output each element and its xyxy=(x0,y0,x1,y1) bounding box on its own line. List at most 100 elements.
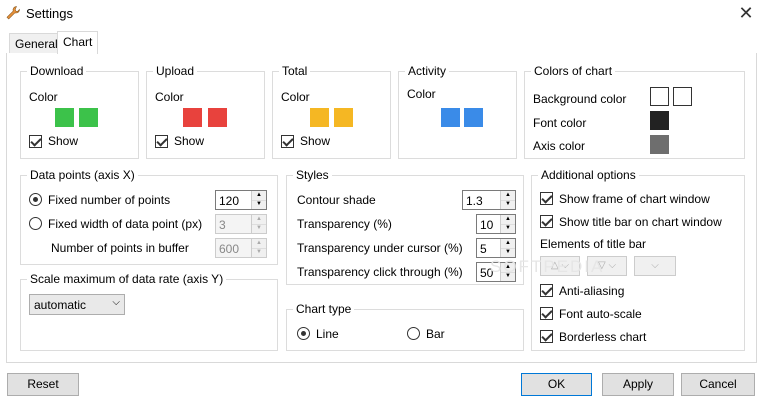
chart-type-line-label: Line xyxy=(316,327,339,341)
total-group: Total Color Show xyxy=(272,64,391,159)
upload-title: Upload xyxy=(153,64,198,78)
show-title-bar-label: Show title bar on chart window xyxy=(559,215,722,229)
title-bar-element-extra-button: ⌵ xyxy=(634,256,676,276)
download-title: Download xyxy=(27,64,87,78)
fixed-width-label: Fixed width of data point (px) xyxy=(48,217,203,231)
elements-of-title-bar-label: Elements of title bar xyxy=(540,237,647,251)
tab-label: Chart xyxy=(63,35,93,49)
fixed-number-value: 120 xyxy=(219,194,240,208)
axis-color-swatch[interactable] xyxy=(650,135,669,154)
styles-group: Styles Contour shade 1.3 ▲ ▼ Transparency… xyxy=(286,168,524,285)
axis-color-label: Axis color xyxy=(533,139,586,153)
data-points-title: Data points (axis X) xyxy=(27,168,138,182)
activity-color-swatch[interactable] xyxy=(441,108,460,127)
buffer-value: 600 xyxy=(219,242,240,256)
total-title: Total xyxy=(279,64,311,78)
stepper-down-icon[interactable]: ▼ xyxy=(501,224,515,233)
watermark: SOFTPEDIA xyxy=(490,257,605,276)
chart-type-bar-label: Bar xyxy=(426,327,445,341)
chart-type-line-radio[interactable] xyxy=(297,327,310,340)
fixed-number-stepper[interactable]: 120 ▲ ▼ xyxy=(215,190,267,210)
activity-color-label: Color xyxy=(407,87,436,101)
upload-color-swatch[interactable] xyxy=(183,108,202,127)
colors-of-chart-title: Colors of chart xyxy=(531,64,616,78)
stepper-down-icon: ▼ xyxy=(256,225,262,231)
activity-group: Activity Color xyxy=(398,64,517,159)
fixed-number-radio[interactable] xyxy=(29,193,42,206)
chart-type-bar-radio[interactable] xyxy=(407,327,420,340)
scale-title: Scale maximum of data rate (axis Y) xyxy=(27,272,227,286)
fixed-width-radio[interactable] xyxy=(29,217,42,230)
reset-button[interactable]: Reset xyxy=(7,373,79,396)
buffer-label: Number of points in buffer xyxy=(51,241,189,255)
total-color-swatch[interactable] xyxy=(310,108,329,127)
background-color-label: Background color xyxy=(533,92,627,106)
upload-color-swatch-alt[interactable] xyxy=(208,108,227,127)
upload-show-checkbox[interactable] xyxy=(155,135,168,148)
stepper-down-icon[interactable]: ▼ xyxy=(252,200,266,209)
download-group: Download Color Show xyxy=(20,64,139,159)
tab-label: General xyxy=(15,37,58,51)
transparency-value: 10 xyxy=(480,218,494,232)
stepper-down-icon[interactable]: ▼ xyxy=(501,200,515,209)
scale-group: Scale maximum of data rate (axis Y) auto… xyxy=(20,272,278,351)
font-autoscale-checkbox[interactable] xyxy=(540,307,553,320)
total-color-swatch-alt[interactable] xyxy=(334,108,353,127)
download-color-label: Color xyxy=(29,90,58,104)
transparency-stepper[interactable]: 10 ▲ ▼ xyxy=(476,214,516,234)
anti-aliasing-label: Anti-aliasing xyxy=(559,284,625,298)
tab-chart[interactable]: Chart xyxy=(57,31,99,54)
font-color-swatch[interactable] xyxy=(650,111,669,130)
total-show-label: Show xyxy=(300,134,331,148)
activity-color-swatch-alt[interactable] xyxy=(464,108,483,127)
transparency-label: Transparency (%) xyxy=(297,217,392,231)
scale-select[interactable]: automatic ⌵ xyxy=(29,294,125,315)
chevron-down-icon: ⌵ xyxy=(112,297,120,308)
fixed-number-label: Fixed number of points xyxy=(48,193,171,207)
chart-type-title: Chart type xyxy=(293,302,355,316)
tab-general[interactable]: General xyxy=(9,33,64,53)
show-frame-label: Show frame of chart window xyxy=(559,192,710,206)
total-color-label: Color xyxy=(281,90,310,104)
apply-button[interactable]: Apply xyxy=(602,373,674,396)
borderless-label: Borderless chart xyxy=(559,330,647,344)
under-cursor-label: Transparency under cursor (%) xyxy=(297,241,463,255)
upload-show-label: Show xyxy=(174,134,205,148)
window-title: Settings xyxy=(26,6,73,21)
font-autoscale-label: Font auto-scale xyxy=(559,307,642,321)
click-through-label: Transparency click through (%) xyxy=(297,265,463,279)
cancel-button[interactable]: Cancel xyxy=(681,373,755,396)
title-bar: Settings ✕ xyxy=(0,0,763,28)
additional-options-title: Additional options xyxy=(538,168,639,182)
font-color-label: Font color xyxy=(533,116,587,130)
download-color-swatch-alt[interactable] xyxy=(79,108,98,127)
download-show-label: Show xyxy=(48,134,79,148)
upload-group: Upload Color Show xyxy=(146,64,265,159)
styles-title: Styles xyxy=(293,168,332,182)
close-icon[interactable]: ✕ xyxy=(736,3,756,23)
show-title-bar-checkbox[interactable] xyxy=(540,215,553,228)
download-show-checkbox[interactable] xyxy=(29,135,42,148)
background-color-swatch[interactable] xyxy=(650,87,669,106)
data-points-group: Data points (axis X) Fixed number of poi… xyxy=(20,168,278,265)
activity-title: Activity xyxy=(405,64,450,78)
contour-shade-value: 1.3 xyxy=(466,194,483,208)
scale-selected-value: automatic xyxy=(34,298,87,312)
stepper-down-icon[interactable]: ▼ xyxy=(501,248,515,257)
under-cursor-stepper[interactable]: 5 ▲ ▼ xyxy=(476,238,516,258)
total-show-checkbox[interactable] xyxy=(281,135,294,148)
anti-aliasing-checkbox[interactable] xyxy=(540,284,553,297)
fixed-width-value: 3 xyxy=(219,218,226,232)
background-color-swatch-alt[interactable] xyxy=(673,87,692,106)
contour-shade-stepper[interactable]: 1.3 ▲ ▼ xyxy=(462,190,516,210)
under-cursor-value: 5 xyxy=(480,242,487,256)
wrench-icon xyxy=(6,6,20,20)
fixed-width-stepper: 3 ▲ ▼ xyxy=(215,214,267,234)
chart-type-group: Chart type Line Bar xyxy=(286,302,524,351)
ok-button[interactable]: OK xyxy=(521,373,592,396)
download-color-swatch[interactable] xyxy=(55,108,74,127)
show-frame-checkbox[interactable] xyxy=(540,192,553,205)
borderless-checkbox[interactable] xyxy=(540,330,553,343)
buffer-stepper: 600 ▲ ▼ xyxy=(215,238,267,258)
colors-of-chart-group: Colors of chart Background color Font co… xyxy=(524,64,745,159)
